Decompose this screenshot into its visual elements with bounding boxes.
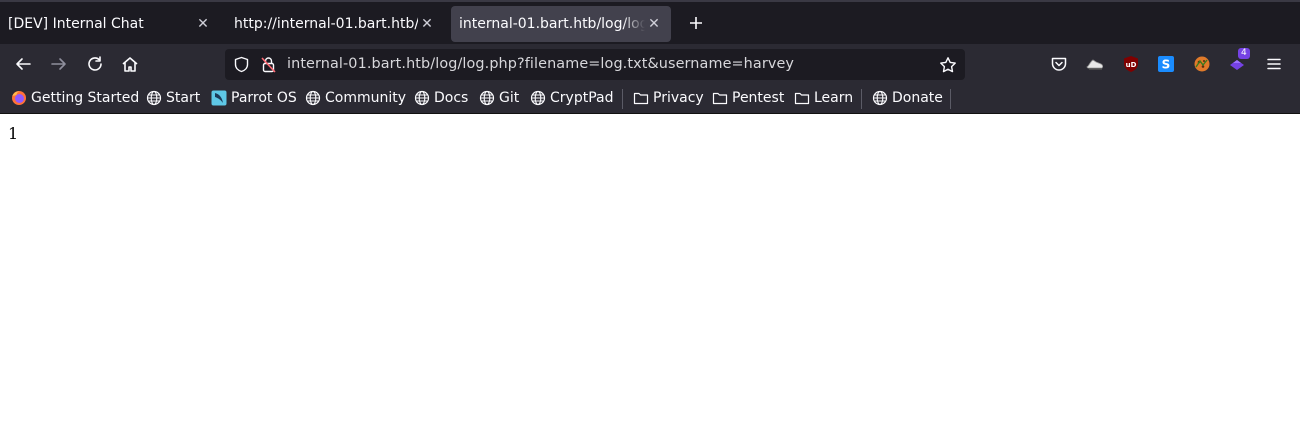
browser-window: [DEV] Internal Chat ✕ http://internal-01… [0, 0, 1300, 442]
globe-icon [414, 90, 430, 106]
globe-icon [146, 90, 162, 106]
svg-text:uD: uD [1126, 61, 1137, 69]
svg-text:S: S [1162, 58, 1171, 72]
new-tab-button[interactable] [684, 12, 708, 36]
tab-strip: [DEV] Internal Chat ✕ http://internal-01… [0, 0, 1300, 44]
plus-icon [690, 17, 702, 29]
globe-icon [530, 90, 546, 106]
insecure-lock-icon[interactable] [260, 56, 277, 73]
bookmark-separator [622, 89, 623, 109]
pocket-button[interactable] [1049, 54, 1069, 74]
bookmarks-toolbar: Getting Started Start Parrot OS Communit… [0, 84, 1300, 114]
ublock-origin-button[interactable]: uD [1121, 54, 1141, 74]
bookmark-start[interactable]: Start [146, 88, 200, 108]
extension-badge-button[interactable]: 4 [1228, 48, 1250, 74]
bookmark-parrot-os[interactable]: Parrot OS [211, 88, 297, 108]
bookmark-getting-started[interactable]: Getting Started [11, 88, 139, 108]
extension-sneaker-button[interactable] [1085, 54, 1105, 74]
arrow-right-icon [51, 58, 66, 70]
bookmark-label: Parrot OS [231, 90, 297, 106]
back-button[interactable] [11, 52, 35, 76]
url-text: internal-01.bart.htb/log/log.php?filenam… [287, 56, 795, 72]
folder-icon [633, 90, 649, 106]
bookmark-label: Docs [434, 90, 469, 106]
extension-cookie-button[interactable] [1192, 54, 1212, 74]
bookmark-separator [861, 89, 862, 109]
sneaker-icon [1086, 59, 1104, 70]
bookmark-label: Community [325, 90, 407, 106]
bookmark-docs[interactable]: Docs [414, 88, 468, 108]
globe-icon [872, 90, 888, 106]
extension-badge-count: 4 [1238, 48, 1250, 59]
star-icon[interactable] [939, 56, 957, 74]
parrot-icon [211, 90, 227, 106]
nav-bar: internal-01.bart.htb/log/log.php?filenam… [0, 44, 1300, 84]
arrow-left-icon [16, 58, 31, 70]
extension-s-button[interactable]: S [1156, 54, 1176, 74]
bookmark-label: CryptPad [550, 90, 614, 106]
bookmark-donate[interactable]: Donate [872, 88, 943, 108]
app-menu-button[interactable] [1264, 54, 1284, 74]
page-body-text: 1 [8, 124, 19, 143]
folder-icon [794, 90, 810, 106]
bookmark-label: Getting Started [31, 90, 140, 106]
bookmark-folder-learn[interactable]: Learn [794, 88, 853, 108]
bookmark-git[interactable]: Git [479, 88, 519, 108]
home-icon [122, 57, 138, 72]
bookmark-label: Donate [892, 90, 943, 106]
globe-icon [479, 90, 495, 106]
page-content: 1 [0, 114, 1300, 442]
reload-button[interactable] [83, 52, 107, 76]
pocket-icon [1051, 57, 1067, 71]
cookie-icon [1194, 56, 1210, 72]
tab-title: http://internal-01.bart.htb/ [234, 16, 418, 32]
bookmark-separator [950, 89, 951, 109]
folder-icon [712, 90, 728, 106]
shield-icon[interactable] [233, 56, 250, 73]
home-button[interactable] [118, 52, 142, 76]
bookmark-community[interactable]: Community [305, 88, 406, 108]
bookmark-folder-pentest[interactable]: Pentest [712, 88, 784, 108]
close-tab-icon[interactable]: ✕ [194, 15, 212, 33]
bookmark-label: Git [499, 90, 520, 106]
tab-internal-01[interactable]: http://internal-01.bart.htb/ ✕ [226, 6, 444, 42]
bookmark-label: Privacy [653, 90, 704, 106]
bookmark-folder-privacy[interactable]: Privacy [633, 88, 704, 108]
bookmark-cryptpad[interactable]: CryptPad [530, 88, 613, 108]
close-tab-icon[interactable]: ✕ [645, 15, 663, 33]
tab-log-php[interactable]: internal-01.bart.htb/log/log.php?filenam… [451, 6, 671, 42]
tab-title: [DEV] Internal Chat [8, 16, 144, 32]
tab-title: internal-01.bart.htb/log/log.php?filenam… [459, 16, 645, 32]
forward-button[interactable] [47, 52, 71, 76]
tab-internal-chat[interactable]: [DEV] Internal Chat ✕ [0, 6, 220, 42]
globe-icon [305, 90, 321, 106]
hamburger-menu-icon [1267, 58, 1281, 70]
bookmark-label: Learn [814, 90, 854, 106]
ublock-shield-icon: uD [1124, 56, 1138, 72]
bookmark-label: Pentest [732, 90, 785, 106]
reload-icon [88, 56, 102, 71]
close-tab-icon[interactable]: ✕ [418, 15, 436, 33]
firefox-icon [11, 90, 27, 106]
bookmark-label: Start [166, 90, 201, 106]
s-square-icon: S [1158, 56, 1174, 72]
url-bar[interactable]: internal-01.bart.htb/log/log.php?filenam… [225, 49, 965, 80]
